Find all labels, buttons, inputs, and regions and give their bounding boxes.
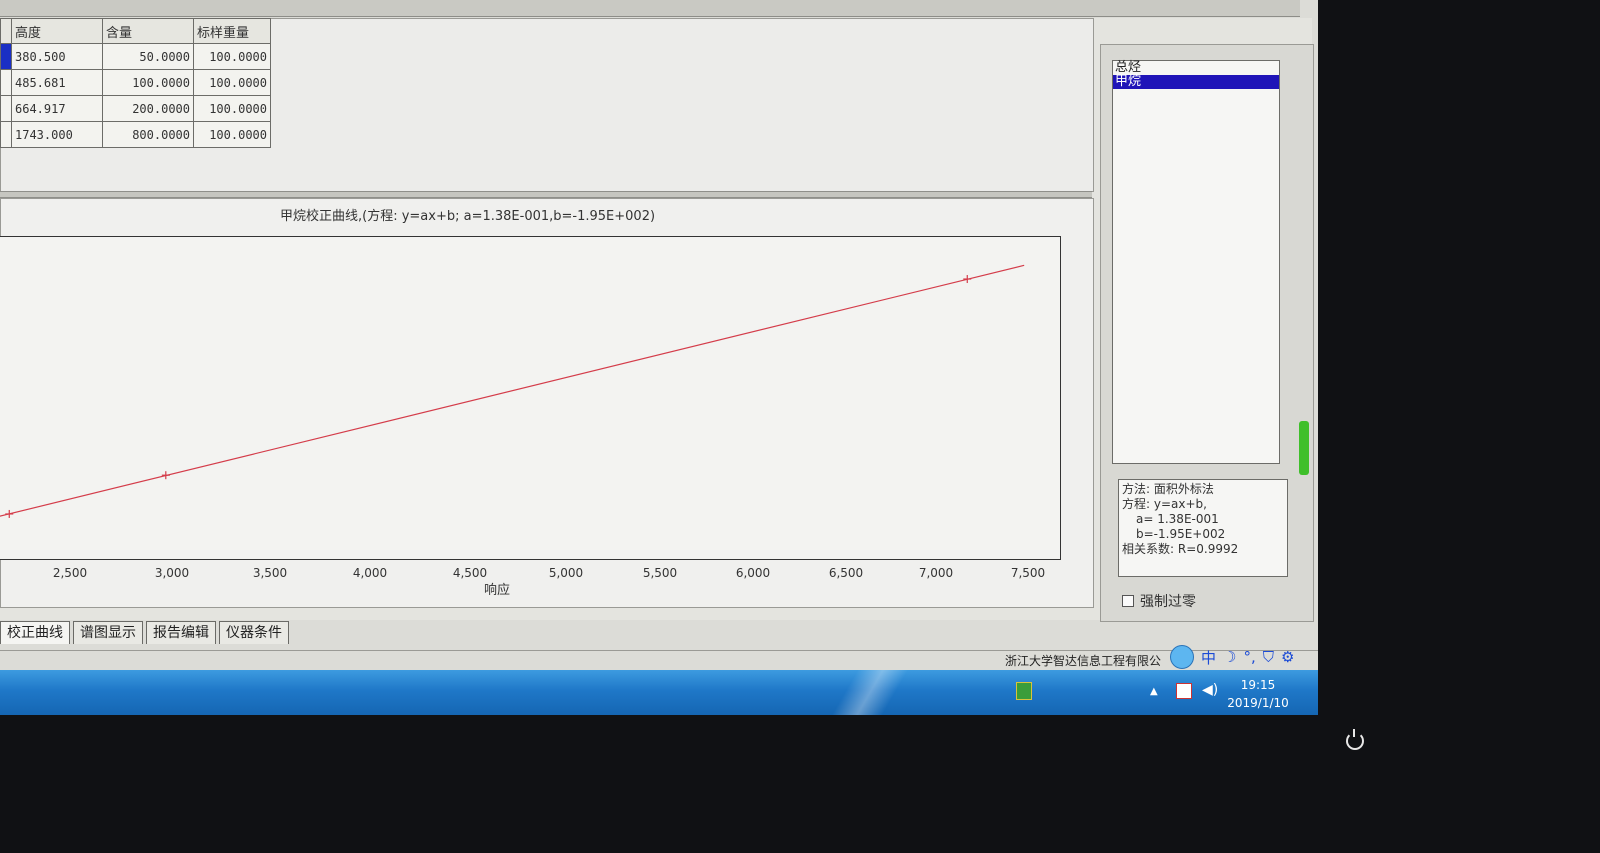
x-tick-label: 7,000 bbox=[918, 566, 954, 580]
x-tick-label: 4,000 bbox=[352, 566, 388, 580]
column-header-content[interactable]: 含量 bbox=[102, 18, 194, 44]
coefficient-a: a= 1.38E-001 bbox=[1136, 512, 1219, 526]
settings-gear-icon[interactable]: ⚙ bbox=[1281, 648, 1294, 666]
clock-time: 19:15 bbox=[1240, 678, 1276, 692]
moon-icon[interactable]: ☽ bbox=[1223, 648, 1236, 666]
volume-icon[interactable]: ◀) bbox=[1202, 682, 1218, 698]
skin-icon[interactable]: ⛉ bbox=[1263, 648, 1274, 666]
application-window: 高度 含量 标样重量 380.500 50.0000 100.0000 485.… bbox=[0, 0, 1318, 715]
power-icon[interactable] bbox=[1346, 729, 1364, 750]
table-row[interactable]: 1743.000 800.0000 100.0000 bbox=[0, 121, 271, 148]
correlation-text: 相关系数: R=0.9992 bbox=[1122, 542, 1239, 556]
table-cell[interactable]: 200.0000 bbox=[102, 95, 194, 122]
row-selector[interactable] bbox=[0, 43, 12, 70]
table-cell[interactable]: 1743.000 bbox=[11, 121, 103, 148]
table-cell[interactable]: 100.0000 bbox=[193, 95, 271, 122]
row-selector[interactable] bbox=[0, 121, 12, 148]
row-selector[interactable] bbox=[0, 69, 12, 96]
ime-toolbar: 中 ☽ °, ⛉ ⚙ bbox=[1170, 645, 1294, 669]
force-zero-label: 强制过零 bbox=[1140, 594, 1196, 610]
coefficient-b: b=-1.95E+002 bbox=[1136, 527, 1226, 541]
taskbar-clock[interactable]: 19:15 2019/1/10 bbox=[1226, 676, 1290, 712]
clock-date: 2019/1/10 bbox=[1227, 696, 1289, 710]
taskbar bbox=[0, 670, 1318, 715]
x-tick-label: 5,000 bbox=[548, 566, 584, 580]
show-hidden-icons-icon[interactable]: ▲ bbox=[1150, 686, 1158, 697]
force-zero-checkbox[interactable] bbox=[1122, 595, 1134, 607]
table-cell[interactable]: 100.0000 bbox=[193, 121, 271, 148]
data-point bbox=[5, 509, 14, 518]
x-tick-label: 6,000 bbox=[735, 566, 771, 580]
x-tick-label: 4,500 bbox=[452, 566, 488, 580]
list-item-total-hydrocarbon[interactable]: 总烃 bbox=[1113, 61, 1279, 75]
calibration-curve-plot bbox=[0, 264, 1025, 518]
table-cell[interactable]: 485.681 bbox=[11, 69, 103, 96]
ime-mascot-icon[interactable] bbox=[1170, 645, 1194, 669]
tab-chromatogram[interactable]: 谱图显示 bbox=[73, 621, 143, 644]
x-tick-label: 6,500 bbox=[828, 566, 864, 580]
pane-splitter[interactable] bbox=[0, 191, 1092, 198]
tab-instrument-conditions[interactable]: 仪器条件 bbox=[219, 621, 289, 644]
column-header-height[interactable]: 高度 bbox=[11, 18, 103, 44]
tab-bar: 校正曲线 谱图显示 报告编辑 仪器条件 bbox=[0, 621, 289, 644]
table-row[interactable]: 380.500 50.0000 100.0000 bbox=[0, 43, 271, 70]
action-center-icon[interactable] bbox=[1176, 683, 1192, 699]
fit-line bbox=[0, 264, 1025, 517]
scrollbar-thumb[interactable] bbox=[1299, 421, 1309, 475]
table-header-row: 高度 含量 标样重量 bbox=[0, 18, 271, 44]
tray-app-icon[interactable] bbox=[1016, 682, 1032, 700]
list-item-methane[interactable]: 甲烷 bbox=[1113, 75, 1279, 89]
equation-text: 方程: y=ax+b, bbox=[1122, 497, 1207, 511]
force-zero-option[interactable]: 强制过零 bbox=[1122, 591, 1196, 611]
table-cell[interactable]: 664.917 bbox=[11, 95, 103, 122]
punctuation-icon[interactable]: °, bbox=[1243, 648, 1255, 666]
data-point bbox=[963, 275, 972, 284]
chart-title: 甲烷校正曲线,(方程: y=ax+b; a=1.38E-001,b=-1.95E… bbox=[280, 209, 656, 224]
calibration-table: 高度 含量 标样重量 380.500 50.0000 100.0000 485.… bbox=[0, 18, 271, 148]
company-name: 浙江大学智达信息工程有限公 bbox=[1005, 654, 1162, 668]
table-row[interactable]: 664.917 200.0000 100.0000 bbox=[0, 95, 271, 122]
table-cell[interactable]: 100.0000 bbox=[193, 69, 271, 96]
x-axis-label: 响应 bbox=[484, 583, 511, 598]
row-selector[interactable] bbox=[0, 95, 12, 122]
method-text: 方法: 面积外标法 bbox=[1122, 482, 1214, 496]
tab-calibration-curve[interactable]: 校正曲线 bbox=[0, 621, 70, 644]
x-tick-label: 3,500 bbox=[252, 566, 288, 580]
table-cell[interactable]: 100.0000 bbox=[193, 43, 271, 70]
ime-mode-icon[interactable]: 中 bbox=[1201, 647, 1216, 668]
table-cell[interactable]: 50.0000 bbox=[102, 43, 194, 70]
table-cell[interactable]: 380.500 bbox=[11, 43, 103, 70]
table-row[interactable]: 485.681 100.0000 100.0000 bbox=[0, 69, 271, 96]
screen-glare bbox=[820, 670, 920, 715]
data-point bbox=[161, 471, 170, 480]
table-cell[interactable]: 100.0000 bbox=[102, 69, 194, 96]
x-tick-label: 3,000 bbox=[154, 566, 190, 580]
x-tick-label: 2,500 bbox=[52, 566, 88, 580]
component-list[interactable]: 总烃 甲烷 bbox=[1112, 60, 1280, 464]
x-tick-label: 5,500 bbox=[642, 566, 678, 580]
row-selector-header bbox=[0, 18, 12, 44]
calibration-info: 方法: 面积外标法 方程: y=ax+b, a= 1.38E-001 b=-1.… bbox=[1118, 479, 1288, 577]
x-tick-label: 7,500 bbox=[1010, 566, 1046, 580]
top-strip bbox=[0, 0, 1300, 17]
tab-report-edit[interactable]: 报告编辑 bbox=[146, 621, 216, 644]
table-cell[interactable]: 800.0000 bbox=[102, 121, 194, 148]
column-header-sample-weight[interactable]: 标样重量 bbox=[193, 18, 271, 44]
